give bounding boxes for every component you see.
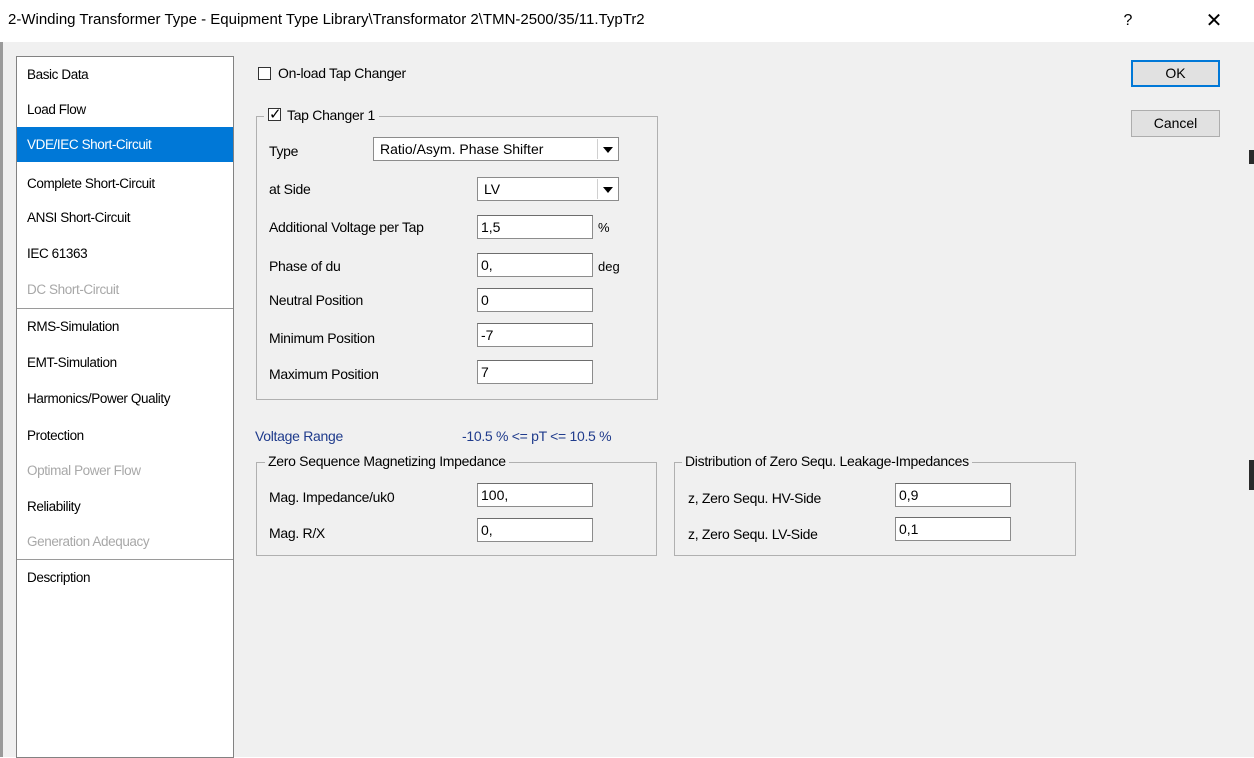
nav-generation-adequacy: Generation Adequacy (27, 534, 150, 549)
phase-input[interactable]: 0, (477, 253, 593, 277)
voltage-range-value: -10.5 % <= pT <= 10.5 % (462, 428, 612, 444)
neutral-position-input[interactable]: 0 (477, 288, 593, 312)
minimum-position-input[interactable]: -7 (477, 323, 593, 347)
nav-load-flow[interactable]: Load Flow (17, 92, 233, 127)
type-select[interactable]: Ratio/Asym. Phase Shifter (373, 137, 619, 161)
help-icon[interactable]: ? (1106, 6, 1150, 36)
close-icon[interactable]: ✕ (1192, 6, 1236, 36)
window-title: 2-Winding Transformer Type - Equipment T… (8, 11, 645, 28)
mag-impedance-input[interactable]: 100, (477, 483, 593, 507)
zero-seq-hv-input[interactable]: 0,9 (895, 483, 1011, 507)
title-bar: 2-Winding Transformer Type - Equipment T… (0, 0, 1254, 42)
background-edge (1249, 150, 1254, 164)
nav-ansi-short-circuit[interactable]: ANSI Short-Circuit (17, 200, 233, 235)
phase-unit: deg (598, 259, 620, 274)
nav-complete-short-circuit[interactable]: Complete Short-Circuit (17, 166, 233, 201)
background-edge (1249, 460, 1254, 490)
nav-harmonics[interactable]: Harmonics/Power Quality (17, 381, 233, 416)
tap-changer-label: Tap Changer 1 (287, 107, 375, 123)
side-select[interactable]: LV (477, 177, 619, 201)
nav-optimal-power-flow: Optimal Power Flow (27, 463, 141, 478)
side-label: at Side (269, 181, 311, 197)
onload-tap-changer-checkbox[interactable] (258, 67, 271, 80)
additional-voltage-unit: % (598, 220, 610, 235)
maximum-position-label: Maximum Position (269, 366, 379, 382)
voltage-range-label: Voltage Range (255, 428, 343, 444)
zero-seq-lv-label: z, Zero Sequ. LV-Side (688, 526, 818, 542)
nav-dc-short-circuit: DC Short-Circuit (27, 282, 119, 297)
maximum-position-input[interactable]: 7 (477, 360, 593, 384)
cancel-button[interactable]: Cancel (1131, 110, 1220, 137)
additional-voltage-input[interactable]: 1,5 (477, 215, 593, 239)
ok-button[interactable]: OK (1131, 60, 1220, 87)
zero-seq-mag-title: Zero Sequence Magnetizing Impedance (265, 453, 509, 469)
type-value: Ratio/Asym. Phase Shifter (380, 141, 544, 157)
tap-changer-checkbox[interactable] (268, 105, 281, 123)
zero-seq-mag-group (256, 462, 657, 556)
mag-rx-label: Mag. R/X (269, 525, 325, 541)
nav-rms-simulation[interactable]: RMS-Simulation (17, 309, 233, 344)
nav-vde-iec-short-circuit[interactable]: VDE/IEC Short-Circuit (17, 127, 233, 162)
phase-label: Phase of du (269, 258, 341, 274)
chevron-down-icon[interactable] (597, 179, 617, 199)
nav-description[interactable]: Description (17, 560, 233, 595)
dialog-window: 2-Winding Transformer Type - Equipment T… (0, 0, 1254, 758)
zero-seq-lv-input[interactable]: 0,1 (895, 517, 1011, 541)
nav-emt-simulation[interactable]: EMT-Simulation (17, 345, 233, 380)
mag-impedance-label: Mag. Impedance/uk0 (269, 489, 395, 505)
nav-reliability[interactable]: Reliability (17, 489, 233, 524)
mag-rx-input[interactable]: 0, (477, 518, 593, 542)
side-value: LV (484, 181, 501, 197)
chevron-down-icon[interactable] (597, 139, 617, 159)
zero-seq-dist-title: Distribution of Zero Sequ. Leakage-Imped… (682, 453, 972, 469)
nav-iec-61363[interactable]: IEC 61363 (17, 236, 233, 271)
page-list: Basic Data Load Flow VDE/IEC Short-Circu… (16, 56, 234, 758)
zero-seq-hv-label: z, Zero Sequ. HV-Side (688, 490, 821, 506)
nav-protection[interactable]: Protection (17, 418, 233, 453)
type-label: Type (269, 143, 299, 159)
nav-basic-data[interactable]: Basic Data (17, 57, 233, 92)
tap-changer-header: Tap Changer 1 (264, 105, 379, 123)
minimum-position-label: Minimum Position (269, 330, 375, 346)
onload-tap-changer-label: On-load Tap Changer (278, 65, 406, 81)
window-edge (0, 42, 3, 757)
additional-voltage-label: Additional Voltage per Tap (269, 219, 424, 235)
neutral-position-label: Neutral Position (269, 292, 364, 308)
